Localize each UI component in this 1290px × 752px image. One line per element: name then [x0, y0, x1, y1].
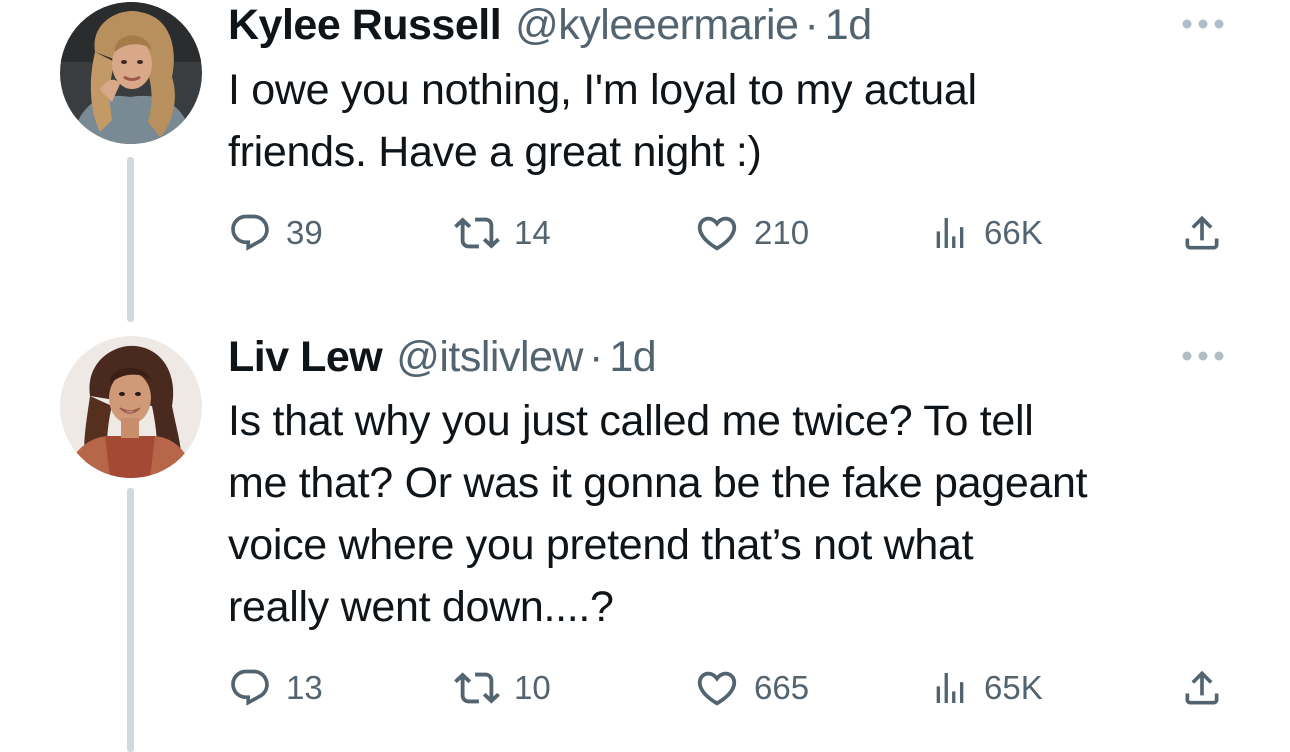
like-count: 210: [754, 214, 810, 251]
retweet-icon: [454, 217, 500, 249]
retweet-button[interactable]: 14: [454, 208, 551, 258]
reply-count: 13: [286, 669, 323, 706]
tweet-actions: 39 14 210 66K: [228, 208, 1228, 258]
share-icon: [1185, 670, 1219, 705]
reply-icon: [231, 214, 269, 251]
tweet-actions: 13 10 665 65K: [228, 663, 1228, 713]
thread-line: [127, 157, 134, 322]
views-button[interactable]: 65K: [930, 663, 1043, 713]
thread-line: [127, 488, 134, 752]
retweet-button[interactable]: 10: [454, 663, 551, 713]
heart-icon: [697, 216, 737, 251]
retweet-count: 14: [514, 214, 551, 251]
tweet[interactable]: Liv Lew @itslivlew · 1d Is that why you …: [0, 330, 1290, 752]
avatar-image: [60, 2, 202, 144]
views-icon: [936, 673, 964, 703]
tweet-timestamp[interactable]: 1d: [609, 332, 656, 382]
views-count: 66K: [984, 214, 1043, 251]
tweet-text: I owe you nothing, I'm loyal to my actua…: [228, 66, 977, 176]
author-name[interactable]: Kylee Russell: [228, 0, 502, 50]
share-icon: [1185, 215, 1219, 250]
views-count: 65K: [984, 669, 1043, 706]
more-icon[interactable]: [1180, 14, 1226, 34]
tweet-header: Liv Lew @itslivlew · 1d: [228, 332, 657, 382]
like-count: 665: [754, 669, 810, 706]
reply-icon: [231, 669, 269, 706]
like-button[interactable]: 210: [694, 208, 809, 258]
separator-dot: ·: [588, 333, 604, 381]
author-name[interactable]: Liv Lew: [228, 332, 383, 382]
retweet-count: 10: [514, 669, 551, 706]
tweet[interactable]: Kylee Russell @kyleeermarie · 1d I owe y…: [0, 0, 1290, 330]
share-button[interactable]: [1180, 208, 1224, 258]
tweet-text: Is that why you just called me twice? To…: [228, 397, 1088, 631]
views-button[interactable]: 66K: [930, 208, 1043, 258]
reply-count: 39: [286, 214, 323, 251]
like-button[interactable]: 665: [694, 663, 809, 713]
avatar[interactable]: [60, 2, 202, 144]
retweet-icon: [454, 672, 500, 704]
views-icon: [936, 218, 964, 248]
more-icon[interactable]: [1180, 346, 1226, 366]
heart-icon: [697, 671, 737, 706]
share-button[interactable]: [1180, 663, 1224, 713]
author-handle[interactable]: @kyleeermarie: [515, 0, 799, 50]
reply-button[interactable]: 13: [228, 663, 323, 713]
reply-button[interactable]: 39: [228, 208, 323, 258]
tweet-header: Kylee Russell @kyleeermarie · 1d: [228, 0, 872, 50]
avatar-image: [60, 336, 202, 478]
separator-dot: ·: [804, 1, 819, 49]
tweet-timestamp[interactable]: 1d: [825, 0, 872, 50]
author-handle[interactable]: @itslivlew: [396, 332, 583, 382]
avatar[interactable]: [60, 336, 202, 478]
